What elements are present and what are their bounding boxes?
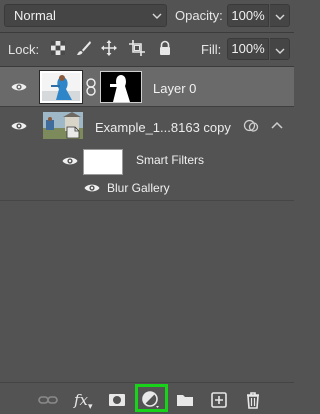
layer-name[interactable]: Example_1...8163 copy — [95, 120, 231, 135]
blend-mode-value: Normal — [14, 8, 56, 23]
layers-panel: Normal Opacity: 100% Lock: Fill: 100% La… — [0, 0, 294, 414]
opacity-dropdown-button[interactable] — [270, 4, 290, 27]
divider — [0, 32, 294, 33]
chevron-down-icon — [275, 14, 285, 20]
lock-label: Lock: — [8, 42, 40, 57]
delete-layer-trash-icon[interactable] — [243, 390, 263, 410]
collapse-chevron-icon[interactable] — [271, 121, 283, 131]
smart-filter-options-icon[interactable] — [243, 118, 259, 134]
layer-0-thumbnail-image — [42, 73, 80, 101]
mask-link-chain-icon[interactable] — [85, 78, 97, 96]
chevron-down-icon — [152, 13, 162, 19]
opacity-input[interactable]: 100% — [227, 4, 269, 27]
fill-dropdown-button[interactable] — [270, 38, 290, 60]
layer-mask-image — [101, 72, 141, 102]
visibility-eye-icon[interactable] — [62, 155, 78, 167]
fill-input[interactable]: 100% — [227, 38, 269, 60]
layer-mask-thumbnail[interactable] — [100, 71, 142, 103]
fx-label: fx — [74, 391, 89, 409]
filter-name[interactable]: Blur Gallery — [107, 181, 170, 195]
fx-layer-style-button[interactable]: fx▾ — [74, 390, 94, 412]
lock-image-pixels-brush-icon[interactable] — [76, 40, 92, 56]
lock-transparent-pixels-icon[interactable] — [50, 40, 66, 56]
chevron-down-icon — [275, 48, 285, 54]
layer-name[interactable]: Layer 0 — [153, 81, 196, 96]
add-mask-icon[interactable] — [107, 390, 127, 410]
new-layer-icon[interactable] — [209, 390, 229, 410]
artboard-nesting-icon[interactable] — [129, 40, 145, 56]
opacity-label: Opacity: — [175, 8, 223, 23]
new-group-folder-icon[interactable] — [175, 390, 195, 410]
visibility-eye-icon[interactable] — [84, 182, 100, 194]
lock-all-icon[interactable] — [157, 40, 173, 56]
adjustment-layer-highlight — [135, 384, 168, 412]
smart-object-badge-icon — [66, 126, 80, 139]
smart-filters-label[interactable]: Smart Filters — [136, 153, 204, 167]
blend-mode-dropdown[interactable]: Normal — [4, 4, 167, 27]
visibility-eye-icon[interactable] — [11, 120, 27, 132]
layer-0-thumbnail[interactable] — [39, 70, 83, 104]
fill-label: Fill: — [201, 42, 222, 57]
smart-filter-mask-thumbnail[interactable] — [83, 149, 123, 175]
visibility-eye-icon[interactable] — [11, 81, 27, 93]
lock-position-move-icon[interactable] — [101, 40, 117, 56]
link-layers-icon[interactable] — [38, 390, 58, 410]
